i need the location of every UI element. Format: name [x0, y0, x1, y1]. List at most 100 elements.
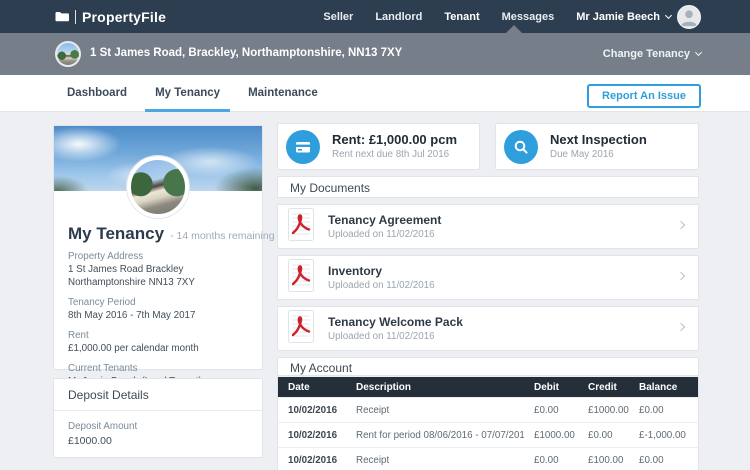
app-logo[interactable]: PropertyFile	[55, 0, 166, 33]
field-value: 8th May 2016 - 7th May 2017	[68, 309, 252, 322]
tabs: Dashboard My Tenancy Maintenance	[53, 75, 332, 112]
table-row[interactable]: 10/02/2016 Receipt £0.00 £1000.00 £0.00	[278, 397, 698, 422]
document-meta: Uploaded on 11/02/2016	[328, 279, 678, 292]
document-text: Inventory Uploaded on 11/02/2016	[328, 264, 678, 292]
rent-title: Rent: £1,000.00 pcm	[332, 132, 457, 148]
change-tenancy-label: Change Tenancy	[603, 48, 690, 60]
chevron-down-icon	[665, 11, 672, 18]
field-label: Property Address	[68, 250, 252, 263]
chevron-right-icon	[677, 272, 685, 280]
logo-divider	[75, 10, 76, 24]
cell-date: 10/02/2016	[278, 455, 346, 466]
folder-icon	[55, 11, 69, 22]
my-documents-title: My Documents	[277, 176, 699, 198]
deposit-amount-value: £1000.00	[68, 434, 248, 449]
field-property-address: Property Address 1 St James Road Brackle…	[68, 250, 252, 289]
nav-tenant[interactable]: Tenant	[444, 11, 479, 23]
logo-text: PropertyFile	[82, 9, 166, 25]
column-description: Description	[346, 382, 524, 393]
property-thumbnail	[55, 41, 81, 67]
pdf-icon	[288, 310, 314, 348]
cell-credit: £1000.00	[578, 405, 629, 416]
cell-balance: £0.00	[629, 405, 700, 416]
document-text: Tenancy Agreement Uploaded on 11/02/2016	[328, 213, 678, 241]
change-tenancy-button[interactable]: Change Tenancy	[603, 33, 701, 75]
table-row[interactable]: 10/02/2016 Rent for period 08/06/2016 - …	[278, 422, 698, 447]
cell-description: Receipt	[346, 455, 524, 466]
table-row[interactable]: 10/02/2016 Receipt £0.00 £100.00 £0.00	[278, 447, 698, 470]
chevron-right-icon	[677, 221, 685, 229]
nav-seller[interactable]: Seller	[323, 11, 353, 23]
credit-card-icon	[286, 130, 320, 164]
pdf-icon	[288, 259, 314, 297]
person-icon	[678, 6, 700, 28]
nav-messages[interactable]: Messages	[502, 11, 555, 23]
document-name: Tenancy Agreement	[328, 213, 678, 228]
field-value: 1 St James Road Brackley Northamptonshir…	[68, 263, 252, 289]
profile-heading: My Tenancy - 14 months remaining	[68, 224, 275, 244]
column-date: Date	[278, 382, 346, 393]
document-name: Inventory	[328, 264, 678, 279]
tab-dashboard[interactable]: Dashboard	[53, 75, 141, 112]
document-meta: Uploaded on 11/02/2016	[328, 330, 678, 343]
chevron-down-icon	[695, 49, 702, 56]
inspection-subtitle: Due May 2016	[550, 148, 647, 161]
field-label: Rent	[68, 329, 252, 342]
column-debit: Debit	[524, 382, 578, 393]
pdf-icon	[288, 208, 314, 246]
account-table: Date Description Debit Credit Balance 10…	[277, 377, 699, 470]
cell-credit: £100.00	[578, 455, 629, 466]
rent-summary-text: Rent: £1,000.00 pcm Rent next due 8th Ju…	[332, 132, 457, 161]
deposit-amount-label: Deposit Amount	[68, 420, 248, 434]
field-rent: Rent £1,000.00 per calendar month	[68, 329, 252, 355]
rent-summary-card: Rent: £1,000.00 pcm Rent next due 8th Ju…	[277, 123, 480, 170]
user-name: Mr Jamie Beech	[576, 11, 660, 23]
cell-debit: £0.00	[524, 455, 578, 466]
cell-description: Receipt	[346, 405, 524, 416]
profile-title: My Tenancy	[68, 224, 164, 244]
my-account-title: My Account	[277, 357, 699, 376]
tab-bar: Dashboard My Tenancy Maintenance Report …	[0, 75, 750, 112]
document-meta: Uploaded on 11/02/2016	[328, 228, 678, 241]
field-label: Tenancy Period	[68, 296, 252, 309]
report-an-issue-button[interactable]: Report An Issue	[587, 84, 701, 108]
cell-debit: £0.00	[524, 405, 578, 416]
next-inspection-card: Next Inspection Due May 2016	[495, 123, 699, 170]
cell-description: Rent for period 08/06/2016 - 07/07/2016	[346, 430, 524, 441]
propertyfile-app: PropertyFile Seller Landlord Tenant Mess…	[0, 0, 750, 470]
top-navbar: PropertyFile Seller Landlord Tenant Mess…	[0, 0, 750, 33]
deposit-details-card: Deposit Details Deposit Amount £1000.00	[53, 378, 263, 458]
magnifier-icon	[504, 130, 538, 164]
document-name: Tenancy Welcome Pack	[328, 315, 678, 330]
cell-balance: £-1,000.00	[629, 430, 700, 441]
document-row-inventory[interactable]: Inventory Uploaded on 11/02/2016	[277, 255, 699, 300]
cell-date: 10/02/2016	[278, 405, 346, 416]
tab-maintenance[interactable]: Maintenance	[234, 75, 332, 112]
tab-my-tenancy[interactable]: My Tenancy	[141, 75, 234, 112]
deposit-details-title: Deposit Details	[54, 379, 262, 411]
column-balance: Balance	[629, 382, 700, 393]
user-menu[interactable]: Mr Jamie Beech	[576, 5, 701, 29]
field-tenancy-period: Tenancy Period 8th May 2016 - 7th May 20…	[68, 296, 252, 322]
active-nav-notch	[506, 25, 522, 33]
property-photo	[127, 156, 189, 218]
nav-landlord[interactable]: Landlord	[375, 11, 422, 23]
rent-subtitle: Rent next due 8th Jul 2016	[332, 148, 457, 161]
tenancy-remaining: - 14 months remaining	[170, 230, 274, 242]
account-table-header: Date Description Debit Credit Balance	[278, 377, 698, 397]
document-text: Tenancy Welcome Pack Uploaded on 11/02/2…	[328, 315, 678, 343]
avatar[interactable]	[677, 5, 701, 29]
property-address: 1 St James Road, Brackley, Northamptonsh…	[90, 47, 402, 59]
property-bar: 1 St James Road, Brackley, Northamptonsh…	[0, 33, 750, 75]
inspection-title: Next Inspection	[550, 132, 647, 148]
field-value: £1,000.00 per calendar month	[68, 342, 252, 355]
document-row-tenancy-welcome-pack[interactable]: Tenancy Welcome Pack Uploaded on 11/02/2…	[277, 306, 699, 351]
column-credit: Credit	[578, 382, 629, 393]
cell-debit: £1000.00	[524, 430, 578, 441]
tenancy-profile-card: My Tenancy - 14 months remaining Propert…	[53, 125, 263, 370]
inspection-text: Next Inspection Due May 2016	[550, 132, 647, 161]
document-row-tenancy-agreement[interactable]: Tenancy Agreement Uploaded on 11/02/2016	[277, 204, 699, 249]
cell-balance: £0.00	[629, 455, 700, 466]
field-label: Current Tenants	[68, 362, 252, 375]
deposit-body: Deposit Amount £1000.00	[54, 411, 262, 458]
